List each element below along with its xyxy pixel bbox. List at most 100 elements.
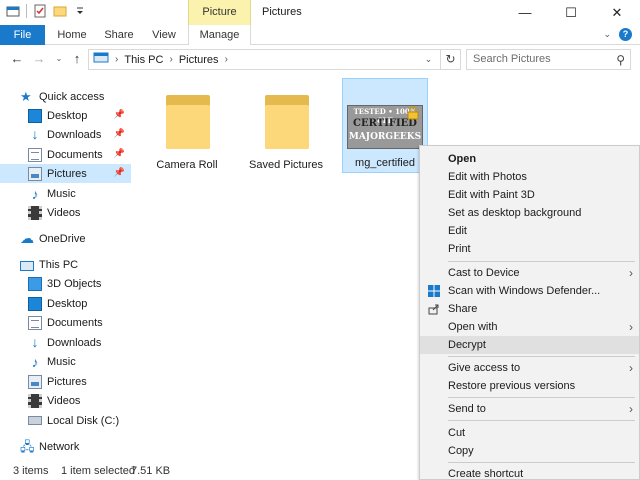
nav-network[interactable]: 🖧 Network	[0, 437, 131, 456]
properties-icon[interactable]	[33, 4, 47, 18]
breadcrumb-chevron-icon[interactable]: ›	[115, 54, 118, 65]
menu-item-edit-with-photos[interactable]: Edit with Photos	[420, 168, 639, 186]
nav-quick-access[interactable]: ★ Quick access	[0, 87, 131, 106]
nav-label: Downloads	[47, 336, 102, 349]
picture-tools-tab: Picture Tools	[188, 0, 251, 43]
tab-manage[interactable]: Manage	[188, 25, 251, 46]
nav-item-documents-pc[interactable]: Documents	[0, 313, 131, 332]
desktop-icon	[28, 296, 42, 311]
file-item-mg-certified[interactable]: TESTED • 100% CLE CERTIFIED MAJORGEEKS m…	[342, 78, 428, 173]
help-icon[interactable]: ?	[619, 28, 632, 41]
nav-label: OneDrive	[39, 232, 86, 245]
pin-icon[interactable]: 📌	[114, 128, 125, 139]
nav-item-music[interactable]: ♪ Music	[0, 184, 131, 203]
breadcrumb-chevron-icon[interactable]: ›	[225, 54, 228, 65]
close-button[interactable]: ✕	[594, 0, 640, 25]
menu-item-copy[interactable]: Copy	[420, 442, 639, 460]
up-button[interactable]: ↑	[68, 50, 86, 68]
address-bar[interactable]: › This PC › Pictures › ⌄ ↻	[88, 49, 461, 70]
share-icon	[428, 304, 439, 315]
nav-this-pc[interactable]: This PC	[0, 255, 131, 274]
tab-share[interactable]: Share	[99, 25, 139, 45]
pin-icon[interactable]: 📌	[114, 148, 125, 159]
image-thumbnail: TESTED • 100% CLE CERTIFIED MAJORGEEKS	[347, 105, 423, 149]
menu-item-send-to[interactable]: Send to ›	[420, 400, 639, 418]
navigation-pane: ★ Quick access Desktop 📌 ↓ Downloads 📌 D…	[0, 78, 131, 460]
menu-separator	[448, 462, 635, 463]
nav-item-pictures-pc[interactable]: Pictures	[0, 372, 131, 391]
downloads-icon: ↓	[31, 125, 39, 142]
disk-icon	[28, 416, 42, 425]
nav-item-pictures[interactable]: Pictures 📌	[0, 164, 131, 183]
nav-item-local-disk[interactable]: Local Disk (C:)	[0, 411, 131, 430]
menu-item-cast-to-device[interactable]: Cast to Device ›	[420, 264, 639, 282]
submenu-arrow-icon: ›	[629, 402, 633, 416]
file-name: Camera Roll	[156, 159, 218, 171]
nav-item-videos-pc[interactable]: Videos	[0, 391, 131, 410]
selection-size: 7.51 KB	[131, 465, 171, 477]
breadcrumb-chevron-icon[interactable]: ›	[169, 54, 172, 65]
nav-item-videos[interactable]: Videos	[0, 203, 131, 222]
menu-item-open-with[interactable]: Open with ›	[420, 318, 639, 336]
breadcrumb-this-pc[interactable]: This PC	[124, 54, 163, 66]
menu-item-cut[interactable]: Cut	[420, 424, 639, 442]
nav-item-documents[interactable]: Documents 📌	[0, 145, 131, 164]
tab-file[interactable]: File	[0, 25, 45, 45]
nav-item-desktop[interactable]: Desktop 📌	[0, 106, 131, 125]
back-button[interactable]: ←	[8, 50, 26, 68]
nav-item-downloads[interactable]: ↓ Downloads 📌	[0, 125, 131, 144]
nav-label: Quick access	[39, 90, 105, 103]
submenu-arrow-icon: ›	[629, 320, 633, 334]
menu-item-create-shortcut[interactable]: Create shortcut	[420, 465, 639, 480]
address-history-icon[interactable]: ⌄	[420, 50, 436, 69]
menu-label: Share	[448, 303, 478, 315]
videos-icon	[28, 205, 42, 220]
menu-item-set-desktop-background[interactable]: Set as desktop background	[420, 204, 639, 222]
new-folder-icon[interactable]	[53, 4, 67, 18]
maximize-button[interactable]: ☐	[548, 0, 594, 25]
file-item-camera-roll[interactable]: Camera Roll	[144, 81, 230, 176]
forward-button[interactable]: →	[30, 50, 48, 68]
tab-view[interactable]: View	[145, 25, 183, 45]
menu-item-edit-with-paint3d[interactable]: Edit with Paint 3D	[420, 186, 639, 204]
nav-label: Network	[39, 440, 80, 453]
nav-onedrive[interactable]: ☁ OneDrive	[0, 229, 131, 248]
menu-item-scan-defender[interactable]: Scan with Windows Defender...	[420, 282, 639, 300]
nav-item-downloads-pc[interactable]: ↓ Downloads	[0, 333, 131, 352]
pin-icon[interactable]: 📌	[114, 167, 125, 178]
menu-label: Cast to Device	[448, 267, 520, 279]
menu-item-open[interactable]: Open	[420, 150, 639, 168]
menu-separator	[448, 420, 635, 421]
menu-item-share[interactable]: Share	[420, 300, 639, 318]
explorer-icon[interactable]	[6, 4, 20, 18]
menu-item-print[interactable]: Print	[420, 240, 639, 258]
pin-icon[interactable]: 📌	[114, 109, 125, 120]
refresh-icon[interactable]: ↻	[440, 50, 460, 69]
context-menu: Open Edit with Photos Edit with Paint 3D…	[419, 145, 640, 480]
menu-item-decrypt[interactable]: Decrypt	[420, 336, 639, 354]
nav-label: Documents	[47, 316, 103, 329]
tab-home[interactable]: Home	[51, 25, 93, 45]
item-count: 3 items	[13, 465, 49, 477]
documents-icon	[28, 315, 42, 330]
search-input[interactable]: Search Pictures ⚲	[466, 49, 631, 70]
quick-access-toolbar	[6, 4, 87, 18]
customize-toolbar-icon[interactable]	[73, 4, 87, 18]
nav-item-music-pc[interactable]: ♪ Music	[0, 352, 131, 371]
nav-label: Downloads	[47, 128, 102, 141]
search-placeholder: Search Pictures	[473, 53, 551, 65]
recent-locations-button[interactable]: ⌄	[50, 50, 68, 68]
file-name: mg_certified	[355, 157, 415, 169]
toolbar-separator	[26, 4, 27, 18]
menu-item-restore-previous[interactable]: Restore previous versions	[420, 377, 639, 395]
breadcrumb-pictures[interactable]: Pictures	[179, 54, 219, 66]
minimize-button[interactable]: —	[502, 0, 548, 25]
menu-item-give-access[interactable]: Give access to ›	[420, 359, 639, 377]
nav-item-3d-objects[interactable]: 3D Objects	[0, 274, 131, 293]
file-item-saved-pictures[interactable]: Saved Pictures	[243, 81, 329, 176]
nav-item-desktop-pc[interactable]: Desktop	[0, 294, 131, 313]
menu-item-edit[interactable]: Edit	[420, 222, 639, 240]
documents-icon	[28, 147, 42, 162]
nav-label: Videos	[47, 394, 81, 407]
expand-ribbon-icon[interactable]: ⌄	[603, 29, 611, 40]
